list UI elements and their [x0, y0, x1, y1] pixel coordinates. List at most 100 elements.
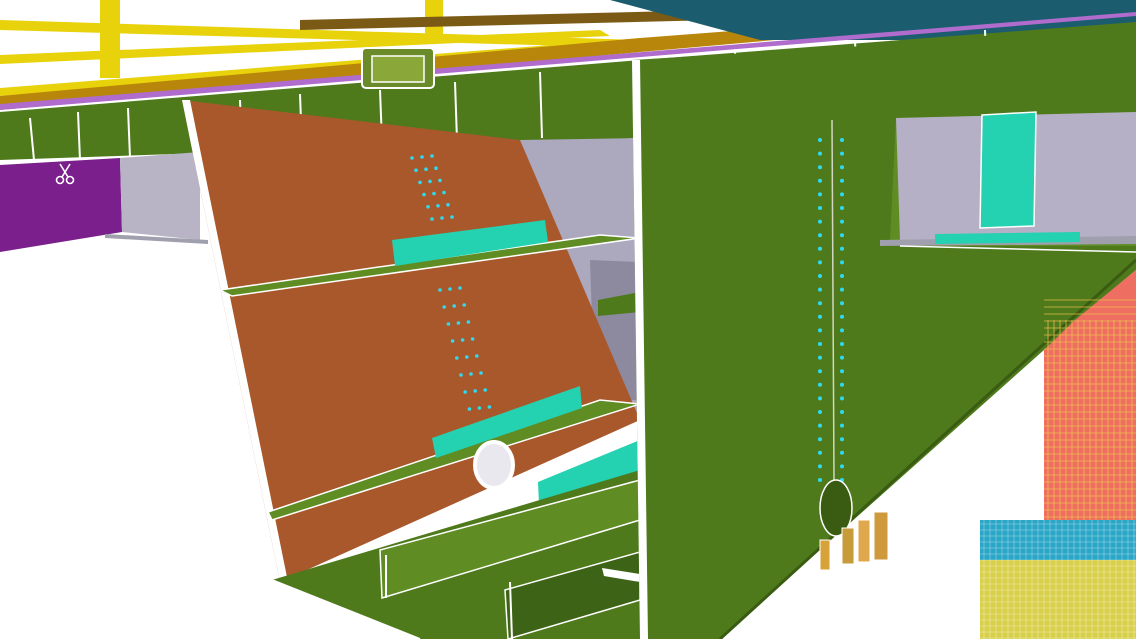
access-hole-inner — [477, 444, 511, 486]
bolt — [420, 155, 424, 159]
bolt — [450, 339, 455, 343]
bolt — [818, 450, 822, 455]
bolt — [436, 204, 440, 208]
bolt — [818, 342, 822, 346]
bolt — [840, 206, 844, 210]
bolt — [818, 246, 822, 251]
bolt — [475, 354, 479, 358]
bolt — [840, 314, 844, 319]
bolt — [818, 287, 822, 292]
bolt — [840, 274, 844, 278]
bearing-sole-plate[interactable] — [935, 232, 1080, 244]
bolt — [840, 328, 844, 333]
bolt — [452, 304, 457, 308]
bolt — [818, 233, 822, 238]
bolt — [818, 396, 822, 401]
bolt — [840, 423, 844, 428]
bolt — [840, 437, 844, 442]
bolt — [442, 190, 446, 195]
bolt — [818, 382, 822, 387]
bolt — [818, 165, 822, 170]
bolt — [426, 205, 430, 209]
bolt — [818, 355, 822, 360]
bolt — [467, 407, 472, 411]
bolt — [430, 154, 434, 158]
bolt — [840, 410, 844, 414]
bolt — [458, 286, 462, 290]
bolt — [424, 167, 428, 171]
bolt — [840, 287, 844, 292]
bolt — [818, 464, 822, 469]
bolt — [438, 288, 442, 292]
bolt — [840, 165, 844, 170]
pier-cap[interactable] — [980, 520, 1136, 639]
bolt — [446, 322, 451, 326]
bolt — [818, 478, 822, 482]
bolt — [473, 389, 478, 393]
bolt — [818, 206, 822, 210]
bolt — [470, 337, 475, 341]
bolt — [428, 179, 432, 184]
left-cross-plate[interactable] — [120, 152, 200, 240]
bolt — [818, 260, 822, 265]
bolt — [840, 301, 844, 306]
bolt — [818, 274, 822, 278]
bolt — [487, 405, 492, 409]
bolt — [477, 406, 482, 410]
bolt — [840, 178, 844, 183]
bolt — [818, 369, 822, 374]
bolt — [410, 156, 414, 160]
bolt — [840, 192, 844, 197]
bolt — [818, 219, 822, 224]
bolt — [818, 423, 822, 428]
bolt — [463, 390, 468, 394]
bolt — [818, 138, 822, 142]
bolt — [442, 305, 447, 309]
bolt — [840, 396, 844, 401]
bolt — [479, 371, 483, 375]
bolt — [840, 260, 844, 265]
bolt — [840, 219, 844, 224]
railing-post[interactable] — [100, 0, 120, 78]
bolt — [459, 373, 463, 377]
model-viewport[interactable] — [0, 0, 1136, 639]
bolt — [840, 450, 844, 455]
bolt — [840, 369, 844, 374]
bolt — [448, 287, 452, 291]
left-pier-block[interactable] — [0, 158, 122, 252]
bolt — [446, 203, 450, 207]
bolt — [462, 303, 467, 307]
bolt — [438, 178, 442, 183]
bolt — [840, 233, 844, 238]
bolt — [818, 328, 822, 333]
bolt — [483, 388, 488, 392]
bolt — [456, 321, 461, 325]
bolt — [465, 355, 469, 359]
bolt — [432, 191, 436, 196]
bolt — [422, 192, 426, 197]
bolt — [818, 151, 822, 156]
bolt — [418, 180, 422, 185]
3d-scene[interactable] — [0, 0, 1136, 639]
bolt — [840, 138, 844, 142]
bearing-stiffener[interactable] — [979, 111, 1037, 229]
bolt — [818, 437, 822, 442]
bolt — [434, 166, 438, 170]
top-connector-plate[interactable] — [361, 47, 435, 89]
bolt — [818, 178, 822, 183]
bolt — [818, 301, 822, 306]
bolt — [414, 168, 418, 172]
bolt — [840, 151, 844, 156]
bolt — [440, 216, 444, 220]
bolt — [840, 355, 844, 360]
bolt — [466, 320, 471, 324]
bolt — [840, 342, 844, 346]
bolt — [430, 217, 434, 221]
bolt — [450, 215, 454, 219]
bolt — [818, 314, 822, 319]
bolt — [818, 410, 822, 414]
bolt — [469, 372, 473, 376]
bolt — [840, 382, 844, 387]
bolt — [840, 246, 844, 251]
bolt — [840, 464, 844, 469]
